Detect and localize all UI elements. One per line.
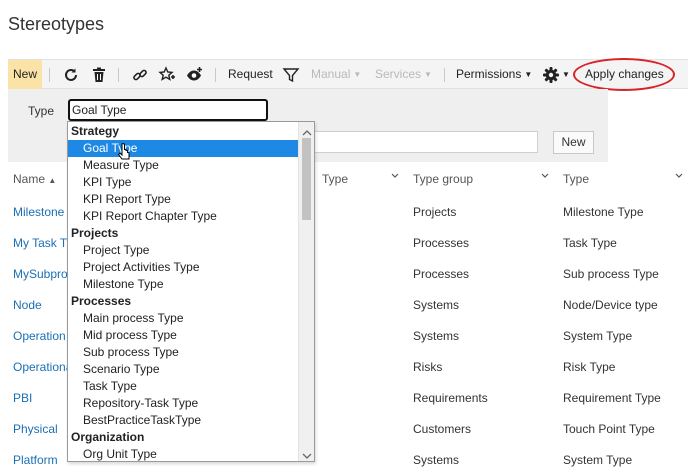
request-button[interactable]: Request — [228, 60, 273, 89]
chevron-down-icon: ▼ — [524, 70, 533, 79]
filter-icon[interactable] — [282, 66, 300, 84]
row-type-group: Customers — [413, 422, 472, 436]
row-name-link[interactable]: Operationa — [13, 360, 72, 374]
toolbar-divider — [49, 68, 50, 82]
row-type: Requirement Type — [563, 391, 661, 405]
row-name-link[interactable]: My Task Ty — [13, 236, 73, 250]
toolbar-divider — [215, 68, 216, 82]
scroll-down-arrow-icon[interactable] — [302, 449, 312, 459]
mouse-cursor-icon — [117, 143, 132, 163]
type-dropdown-list[interactable]: Strategy Goal Type Measure Type KPI Type KPI… — [67, 121, 315, 462]
eye-add-icon[interactable] — [186, 66, 204, 84]
services-label: Services — [375, 67, 422, 81]
type-select-input[interactable] — [68, 99, 268, 121]
chevron-down-icon: ▼ — [424, 70, 432, 79]
sort-asc-icon: ▲ — [48, 176, 57, 185]
highlight-circle — [573, 58, 675, 91]
row-type-group: Systems — [413, 298, 460, 312]
row-type: Node/Device type — [563, 298, 658, 312]
manual-label: Manual — [311, 67, 351, 81]
dropdown-option[interactable]: KPI Type — [68, 174, 298, 191]
search-input[interactable] — [312, 131, 538, 153]
row-type-group: Systems — [413, 453, 460, 467]
dropdown-group-header: Projects — [71, 226, 119, 240]
column-header-name[interactable]: Name ▲ — [13, 172, 56, 186]
dropdown-option[interactable]: Measure Type — [68, 157, 298, 174]
row-name-link[interactable]: Physical — [13, 422, 58, 436]
link-icon[interactable] — [131, 66, 149, 84]
dropdown-option[interactable]: Milestone Type — [68, 276, 298, 293]
row-name-link[interactable]: MySubpro — [13, 267, 68, 281]
manual-dropdown[interactable]: Manual ▼ — [311, 60, 361, 89]
dropdown-option[interactable]: Main process Type — [68, 310, 298, 327]
dropdown-option[interactable]: Goal Type — [68, 140, 298, 157]
dropdown-option[interactable]: Scenario Type — [68, 361, 298, 378]
chevron-down-icon[interactable]: ▼ — [562, 60, 570, 89]
dropdown-group-header: Processes — [71, 294, 132, 308]
page-title: Stereotypes — [8, 14, 105, 34]
row-type-group: Systems — [413, 329, 460, 343]
chevron-down-icon: ▼ — [353, 70, 362, 79]
dropdown-option[interactable]: Sub process Type — [68, 344, 298, 361]
row-type: Risk Type — [563, 360, 616, 374]
dropdown-group-header: Organization — [71, 430, 145, 444]
dropdown-option[interactable]: BestPracticeTaskType — [68, 412, 298, 429]
row-type: Task Type — [563, 236, 617, 250]
row-type: Touch Point Type — [563, 422, 655, 436]
chevron-down-icon[interactable] — [540, 170, 550, 180]
row-type: Sub process Type — [563, 267, 659, 281]
refresh-icon[interactable] — [62, 66, 80, 84]
type-label: Type — [28, 104, 55, 118]
row-type: System Type — [563, 329, 633, 343]
row-name-link[interactable]: PBI — [13, 391, 32, 405]
column-header-type-col[interactable]: Type — [322, 172, 348, 186]
row-name-link[interactable]: Milestone — [13, 205, 64, 219]
chevron-down-icon[interactable] — [390, 170, 400, 180]
delete-icon[interactable] — [90, 66, 108, 84]
row-type-group: Processes — [413, 267, 470, 281]
filter-new-button[interactable]: New — [553, 131, 594, 154]
permissions-label: Permissions — [456, 67, 522, 81]
toolbar-divider — [118, 68, 119, 82]
dropdown-group-header: Strategy — [71, 124, 120, 138]
dropdown-option[interactable]: KPI Report Chapter Type — [68, 208, 298, 225]
column-header-type-group[interactable]: Type group — [413, 172, 473, 186]
dropdown-option[interactable]: Mid process Type — [68, 327, 298, 344]
row-type: Milestone Type — [563, 205, 644, 219]
scrollbar-thumb[interactable] — [302, 138, 311, 220]
scroll-up-arrow-icon[interactable] — [302, 126, 312, 136]
chevron-down-icon[interactable] — [674, 170, 684, 180]
new-button[interactable]: New — [8, 60, 42, 89]
row-type-group: Projects — [413, 205, 457, 219]
dropdown-scrollbar[interactable] — [298, 122, 314, 461]
dropdown-option[interactable]: Project Activities Type — [68, 259, 298, 276]
permissions-dropdown[interactable]: Permissions ▼ — [456, 60, 532, 89]
row-name-link[interactable]: Node — [13, 298, 42, 312]
row-type-group: Risks — [413, 360, 443, 374]
row-name-link[interactable]: Operation — [13, 329, 66, 343]
dropdown-option[interactable]: KPI Report Type — [68, 191, 298, 208]
row-name-link[interactable]: Platform — [13, 453, 58, 467]
row-type-group: Processes — [413, 236, 470, 250]
toolbar-divider — [444, 68, 445, 82]
header-name-label: Name — [13, 172, 46, 186]
row-type: System Type — [563, 453, 633, 467]
row-type-group: Requirements — [413, 391, 488, 405]
column-header-type[interactable]: Type — [563, 172, 589, 186]
services-dropdown[interactable]: Services ▼ — [375, 60, 432, 89]
star-add-icon[interactable] — [158, 66, 176, 84]
gear-icon[interactable] — [542, 66, 560, 84]
dropdown-option[interactable]: Repository-Task Type — [68, 395, 298, 412]
dropdown-option[interactable]: Org Unit Type — [68, 446, 298, 461]
dropdown-option[interactable]: Project Type — [68, 242, 298, 259]
dropdown-option[interactable]: Task Type — [68, 378, 298, 395]
